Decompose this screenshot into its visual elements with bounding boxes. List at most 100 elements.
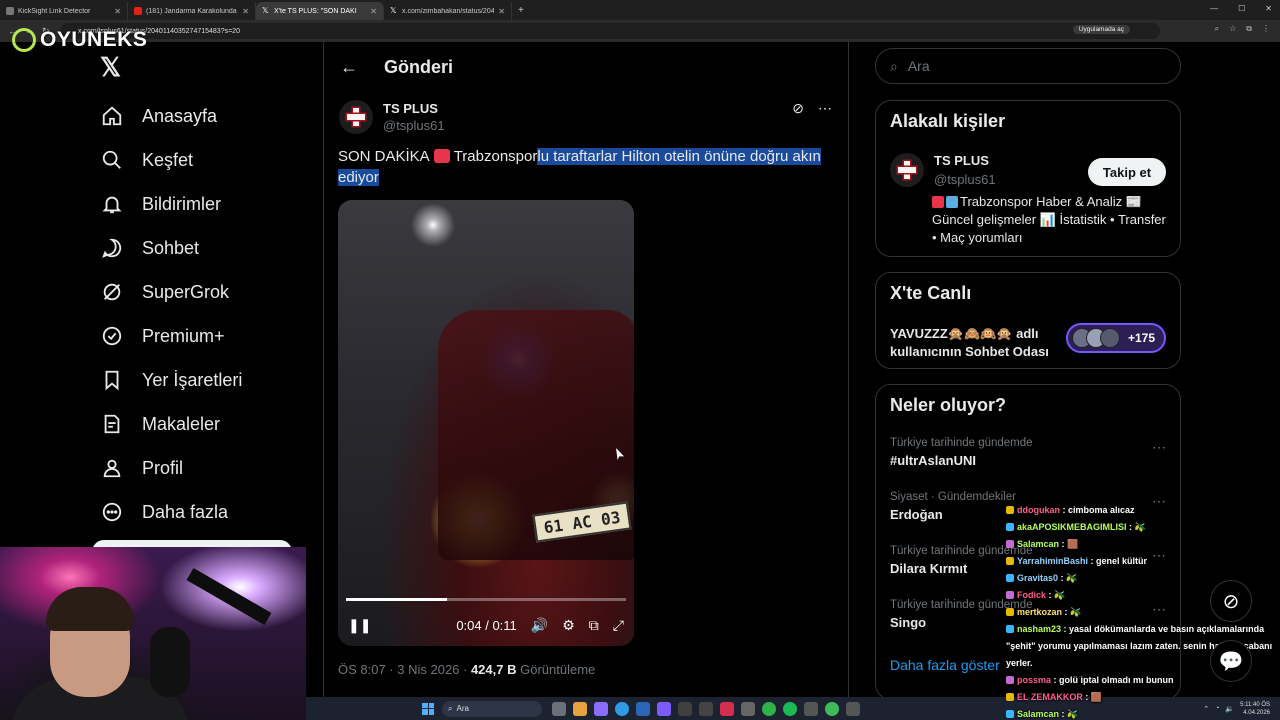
app-icon[interactable] <box>552 701 566 716</box>
sidebar-item-chat[interactable]: Sohbet <box>100 226 242 270</box>
taskbar-search[interactable]: ⌕ Ara <box>442 700 542 717</box>
address-bar[interactable]: x.com/tsplus61/status/204011403527471548… <box>60 23 1160 39</box>
person-name[interactable]: TS PLUS <box>934 153 996 168</box>
zoom-icon[interactable]: ⌕ <box>1215 24 1219 34</box>
chrome-icon[interactable] <box>615 701 629 716</box>
chat-username[interactable]: Salamcan <box>1017 709 1059 719</box>
author-name[interactable]: TS PLUS <box>383 101 445 116</box>
grok-float-button[interactable]: ⊘ <box>1210 580 1252 622</box>
chat-badge-icon <box>1006 676 1014 684</box>
video-progress-bar[interactable] <box>346 598 626 601</box>
menu-icon[interactable]: ⋮ <box>1262 24 1270 34</box>
discord-icon[interactable] <box>657 701 671 716</box>
sidebar-item-home[interactable]: Anasayfa <box>100 94 242 138</box>
chat-text: : 🫒 <box>1129 522 1146 532</box>
browser-tab[interactable]: KickSight Link Detector ✕ <box>0 2 128 20</box>
logo-text: OYUNEKS <box>40 28 148 51</box>
chat-username[interactable]: Gravitas0 <box>1017 573 1058 583</box>
close-icon[interactable]: ✕ <box>114 7 121 16</box>
chat-username[interactable]: EL ZEMAKKOR <box>1017 692 1083 702</box>
close-window-icon[interactable]: ✕ <box>1265 4 1272 13</box>
browser-tab[interactable]: 𝕏 x.com/zimbahakan/status/204 ✕ <box>384 2 512 20</box>
post-timestamp[interactable]: ÖS 8:07 · 3 Nis 2026 · <box>338 662 471 677</box>
volume-icon[interactable]: 🔊 <box>531 617 548 634</box>
more-options-icon[interactable]: ⋯ <box>818 100 832 117</box>
fullscreen-icon[interactable]: ⤢ <box>613 617 624 634</box>
app-icon[interactable] <box>741 701 755 716</box>
chat-badge-icon <box>1006 523 1014 531</box>
siren-icon <box>433 149 450 163</box>
back-arrow-icon[interactable]: ← <box>340 57 358 78</box>
spotify-icon[interactable] <box>783 701 797 716</box>
show-more-link[interactable]: Daha fazla göster <box>890 657 1000 673</box>
pause-icon[interactable]: ❚❚ <box>348 617 371 634</box>
pip-icon[interactable]: ⧉ <box>589 617 599 634</box>
app-icon[interactable] <box>594 701 608 716</box>
sidebar-item-label: Makaleler <box>142 413 221 434</box>
chat-username[interactable]: Salamcan <box>1017 539 1059 549</box>
app-icon[interactable] <box>762 701 776 716</box>
star-icon[interactable]: ☆ <box>1229 24 1236 34</box>
maximize-icon[interactable]: ☐ <box>1238 4 1245 13</box>
app-icon[interactable] <box>825 701 839 716</box>
sidebar-item-explore[interactable]: Keşfet <box>100 138 242 182</box>
avatar[interactable] <box>339 100 373 134</box>
follow-button[interactable]: Takip et <box>1088 158 1166 186</box>
chat-username[interactable]: Fodick <box>1017 590 1046 600</box>
grok-icon[interactable]: ⊘ <box>792 100 804 117</box>
chat-username[interactable]: nasham23 <box>1017 624 1061 634</box>
chat-username[interactable]: YarrahiminBashi <box>1017 556 1088 566</box>
search-input[interactable]: ⌕ Ara <box>875 48 1181 84</box>
post-author[interactable]: TS PLUS @tsplus61 <box>339 100 445 134</box>
live-room-title[interactable]: YAVUZZZ🙊🙈🙉🙊 adlı kullanıcının Sohbet Oda… <box>890 325 1060 361</box>
app-icon[interactable] <box>720 701 734 716</box>
messages-float-button[interactable]: 💬 <box>1210 640 1252 682</box>
settings-icon[interactable]: ⚙ <box>562 617 575 634</box>
edge-icon[interactable] <box>636 701 650 716</box>
app-icon[interactable] <box>699 701 713 716</box>
related-person[interactable]: TS PLUS @tsplus61 <box>890 153 996 187</box>
live-listeners-pill[interactable]: +175 <box>1066 323 1166 353</box>
card-title: Neler oluyor? <box>890 395 1007 415</box>
chat-username[interactable]: akaAPOSIKMEBAGIMLISI <box>1017 522 1127 532</box>
chat-message: EL ZEMAKKOR : 🟫 <box>1006 689 1278 706</box>
extensions-icon[interactable]: ⧉ <box>1246 24 1252 34</box>
browser-tab-active[interactable]: 𝕏 X'te TS PLUS: "SON DAKİ ✕ <box>256 2 384 20</box>
avatar[interactable] <box>890 153 924 187</box>
bookmark-icon <box>100 368 124 392</box>
new-tab-button[interactable]: + <box>512 5 530 16</box>
minimize-icon[interactable]: — <box>1210 4 1218 13</box>
chat-username[interactable]: possma <box>1017 675 1051 685</box>
sidebar-nav: Anasayfa Keşfet Bildirimler Sohbet Super… <box>100 94 242 534</box>
author-handle[interactable]: @tsplus61 <box>383 118 445 133</box>
browser-tab[interactable]: (181) Jandarma Karakolunda Ka ✕ <box>128 2 256 20</box>
trend-item[interactable]: Siyaset · Gündemdekiler Erdoğan <box>890 491 1016 522</box>
open-in-app-button[interactable]: Uygulamada aç <box>1072 25 1130 34</box>
sidebar-item-more[interactable]: Daha fazla <box>100 490 242 534</box>
x-logo-icon[interactable]: 𝕏 <box>100 52 121 83</box>
chat-username[interactable]: mertkozan <box>1017 607 1062 617</box>
person-handle[interactable]: @tsplus61 <box>934 172 996 187</box>
close-icon[interactable]: ✕ <box>370 7 377 16</box>
app-icon[interactable] <box>678 701 692 716</box>
close-icon[interactable]: ✕ <box>242 7 249 16</box>
app-icon[interactable] <box>804 701 818 716</box>
windows-start-icon[interactable] <box>422 702 434 715</box>
video-player[interactable]: 61 AC 03 ❚❚ 0:04 / 0:11 🔊 ⚙ ⧉ ⤢ <box>338 200 634 646</box>
sidebar-item-premium[interactable]: Premium+ <box>100 314 242 358</box>
file-explorer-icon[interactable] <box>573 701 587 716</box>
sidebar-item-supergrok[interactable]: SuperGrok <box>100 270 242 314</box>
more-options-icon[interactable]: ⋯ <box>1152 439 1166 456</box>
search-icon: ⌕ <box>448 703 453 713</box>
sidebar-item-articles[interactable]: Makaleler <box>100 402 242 446</box>
sidebar-item-bookmarks[interactable]: Yer İşaretleri <box>100 358 242 402</box>
chat-username[interactable]: ddogukan <box>1017 505 1060 515</box>
sidebar-item-notifications[interactable]: Bildirimler <box>100 182 242 226</box>
app-icon[interactable] <box>846 701 860 716</box>
trend-topic: #ultrAslanUNI <box>890 453 976 468</box>
verified-icon <box>100 324 124 348</box>
sidebar-item-profile[interactable]: Profil <box>100 446 242 490</box>
trend-item[interactable]: Türkiye tarihinde gündemde #ultrAslanUNI <box>890 437 1033 468</box>
close-icon[interactable]: ✕ <box>498 7 505 16</box>
post-text-plain: Trabzonspor <box>453 148 538 165</box>
